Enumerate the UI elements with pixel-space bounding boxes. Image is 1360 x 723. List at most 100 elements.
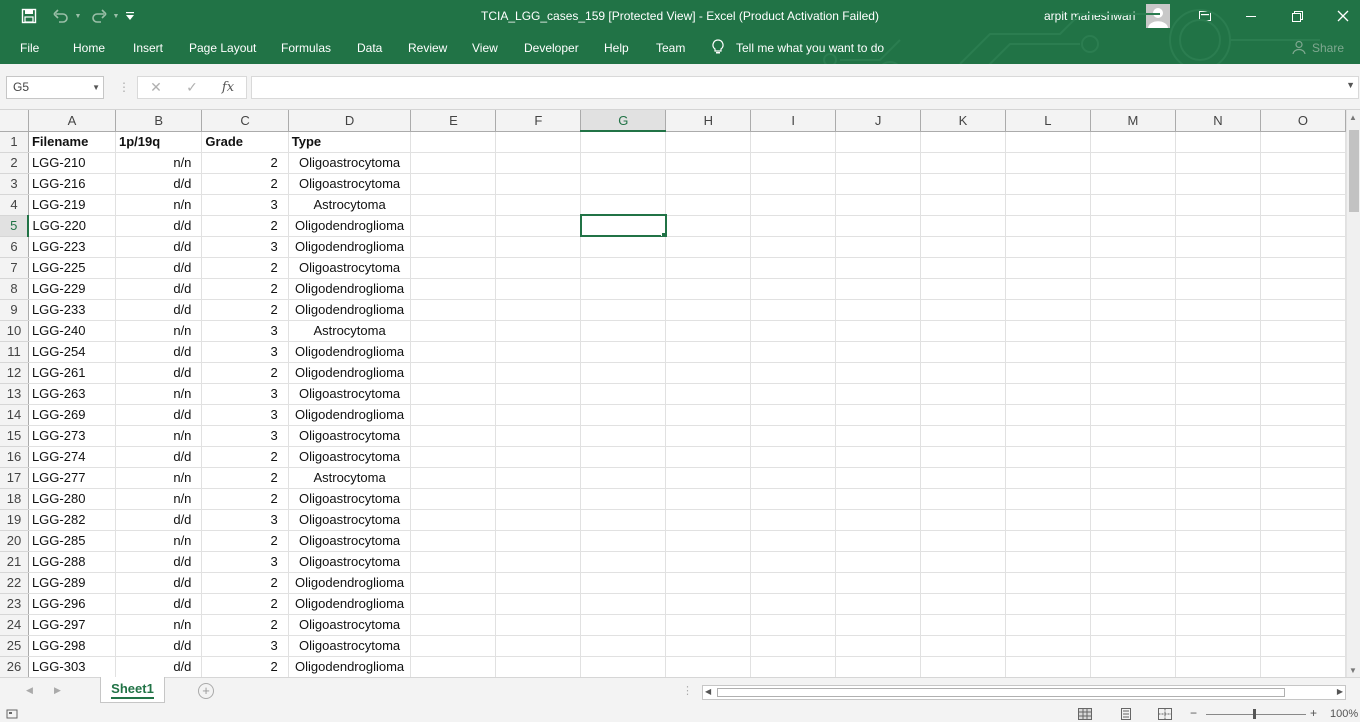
- cell[interactable]: [1090, 572, 1176, 594]
- cell[interactable]: [665, 467, 752, 489]
- cell[interactable]: 3: [201, 425, 289, 447]
- tab-review[interactable]: Review: [408, 32, 447, 64]
- cell[interactable]: [1005, 278, 1091, 300]
- cell[interactable]: [580, 530, 667, 552]
- cell[interactable]: [920, 635, 1006, 657]
- row-header[interactable]: 3: [0, 173, 29, 195]
- cell[interactable]: [495, 593, 582, 615]
- cell[interactable]: [665, 215, 752, 237]
- cell[interactable]: [750, 593, 837, 615]
- cell[interactable]: [920, 215, 1006, 237]
- cell[interactable]: [665, 656, 752, 677]
- cell[interactable]: [410, 278, 497, 300]
- cell[interactable]: [1260, 593, 1346, 615]
- cell[interactable]: [750, 131, 837, 153]
- cell[interactable]: Oligoastrocytoma: [288, 425, 412, 447]
- cell[interactable]: [495, 131, 582, 153]
- cell[interactable]: Astrocytoma: [288, 467, 412, 489]
- cell[interactable]: [920, 551, 1006, 573]
- cell[interactable]: [835, 341, 922, 363]
- cell[interactable]: [1175, 572, 1261, 594]
- cell[interactable]: [1090, 488, 1176, 510]
- cell[interactable]: [835, 467, 922, 489]
- cell[interactable]: [920, 614, 1006, 636]
- cell[interactable]: [835, 131, 922, 153]
- cell[interactable]: [835, 530, 922, 552]
- cell[interactable]: [750, 425, 837, 447]
- row-header[interactable]: 22: [0, 572, 29, 594]
- cell[interactable]: [1090, 593, 1176, 615]
- cell[interactable]: [1175, 509, 1261, 531]
- cell[interactable]: [410, 194, 497, 216]
- cell[interactable]: [580, 131, 667, 153]
- cell[interactable]: [1260, 551, 1346, 573]
- cell[interactable]: [410, 341, 497, 363]
- cell[interactable]: [920, 362, 1006, 384]
- cell[interactable]: [1090, 131, 1176, 153]
- cell[interactable]: 3: [201, 383, 289, 405]
- cell[interactable]: 3: [201, 404, 289, 426]
- cell[interactable]: [920, 425, 1006, 447]
- cell[interactable]: Oligodendroglioma: [288, 572, 412, 594]
- cell[interactable]: [410, 383, 497, 405]
- cell[interactable]: LGG-289: [28, 572, 116, 594]
- cell[interactable]: 2: [201, 215, 289, 237]
- cell[interactable]: [1175, 593, 1261, 615]
- cell[interactable]: [410, 551, 497, 573]
- cell[interactable]: [920, 383, 1006, 405]
- cell[interactable]: [580, 446, 667, 468]
- cell[interactable]: [495, 614, 582, 636]
- cell[interactable]: [835, 152, 922, 174]
- cell[interactable]: 3: [201, 236, 289, 258]
- row-header[interactable]: 11: [0, 341, 29, 363]
- row-header[interactable]: 13: [0, 383, 29, 405]
- cell[interactable]: [835, 593, 922, 615]
- cell[interactable]: [1175, 236, 1261, 258]
- cell[interactable]: [1005, 509, 1091, 531]
- previous-sheet-icon[interactable]: ◀: [26, 685, 33, 696]
- cell[interactable]: [1005, 131, 1091, 153]
- cell[interactable]: LGG-297: [28, 614, 116, 636]
- row-header[interactable]: 17: [0, 467, 29, 489]
- cell[interactable]: [580, 509, 667, 531]
- cell[interactable]: [835, 320, 922, 342]
- cell[interactable]: LGG-274: [28, 446, 116, 468]
- cell[interactable]: [495, 530, 582, 552]
- cell[interactable]: [580, 299, 667, 321]
- cell[interactable]: [750, 656, 837, 677]
- cell[interactable]: LGG-263: [28, 383, 116, 405]
- chevron-down-icon[interactable]: ▼: [92, 77, 100, 98]
- cell[interactable]: Astrocytoma: [288, 320, 412, 342]
- cell[interactable]: [1090, 404, 1176, 426]
- cell[interactable]: Filename: [28, 131, 116, 153]
- cell[interactable]: 2: [201, 488, 289, 510]
- cell[interactable]: [1005, 152, 1091, 174]
- cell[interactable]: LGG-233: [28, 299, 116, 321]
- cell[interactable]: [665, 446, 752, 468]
- cell[interactable]: d/d: [115, 404, 203, 426]
- cell[interactable]: 3: [201, 341, 289, 363]
- cell[interactable]: [1260, 383, 1346, 405]
- cell[interactable]: [1175, 299, 1261, 321]
- cell[interactable]: [495, 425, 582, 447]
- cell[interactable]: [580, 551, 667, 573]
- cell[interactable]: LGG-303: [28, 656, 116, 677]
- cell[interactable]: [835, 614, 922, 636]
- cell[interactable]: [920, 593, 1006, 615]
- cell[interactable]: [665, 131, 752, 153]
- cell[interactable]: n/n: [115, 530, 203, 552]
- cell[interactable]: LGG-269: [28, 404, 116, 426]
- cell[interactable]: [1005, 593, 1091, 615]
- cell[interactable]: 2: [201, 299, 289, 321]
- horizontal-scroll-thumb[interactable]: [717, 688, 1285, 697]
- cell[interactable]: [665, 341, 752, 363]
- cell[interactable]: [750, 551, 837, 573]
- cell[interactable]: [1090, 551, 1176, 573]
- cell[interactable]: [835, 173, 922, 195]
- column-header[interactable]: N: [1175, 110, 1261, 132]
- page-break-preview-icon[interactable]: [1158, 708, 1172, 723]
- cell[interactable]: LGG-288: [28, 551, 116, 573]
- cell[interactable]: [410, 572, 497, 594]
- cell[interactable]: [750, 404, 837, 426]
- cell[interactable]: [495, 194, 582, 216]
